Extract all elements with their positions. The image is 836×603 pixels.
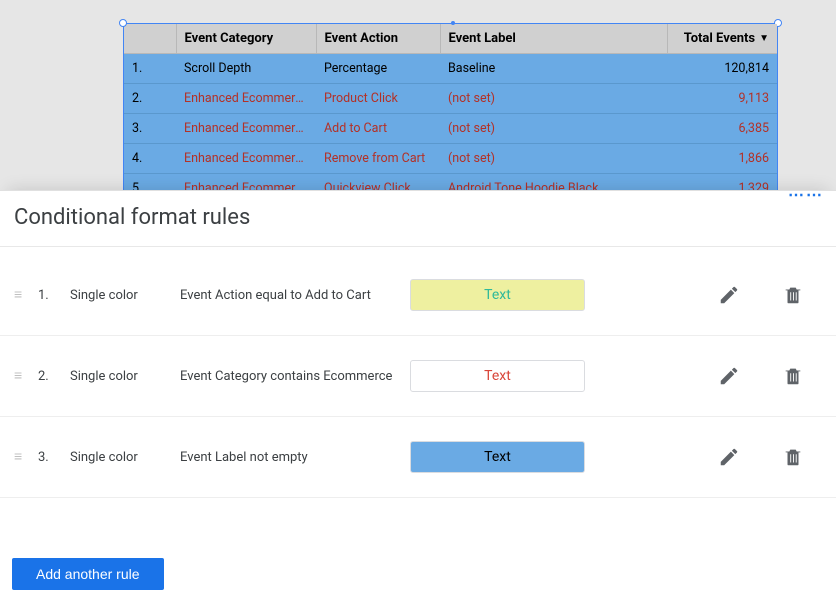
canvas-background: Event Category Event Action Event Label … — [0, 0, 836, 190]
row-index: 1. — [124, 54, 176, 84]
conditional-format-panel: ⋯⋯ Conditional format rules ≡1.Single co… — [0, 190, 836, 603]
edit-icon[interactable] — [718, 365, 740, 387]
rule-preview-swatch: Text — [410, 360, 585, 392]
row-index: 4. — [124, 144, 176, 174]
rule-preview-swatch: Text — [410, 441, 585, 473]
table-header-row: Event Category Event Action Event Label … — [124, 24, 777, 54]
edit-icon[interactable] — [718, 446, 740, 468]
cell-category: Enhanced Ecommerce — [176, 144, 316, 174]
edit-icon[interactable] — [718, 284, 740, 306]
rule-condition: Event Label not empty — [180, 450, 410, 465]
cell-action: Percentage — [316, 54, 440, 84]
table-row[interactable]: 2.Enhanced EcommerceProduct Click(not se… — [124, 84, 777, 114]
drag-handle-icon[interactable]: ≡ — [14, 372, 38, 380]
sort-desc-icon: ▼ — [759, 33, 769, 44]
panel-menu-icon[interactable]: ⋯⋯ — [788, 185, 824, 204]
rule-condition: Event Category contains Ecommerce — [180, 369, 410, 384]
cell-category: Enhanced Ecommerce — [176, 84, 316, 114]
rule-row[interactable]: ≡2.Single colorEvent Category contains E… — [0, 336, 836, 417]
data-table-selection[interactable]: Event Category Event Action Event Label … — [123, 23, 778, 204]
rule-type: Single color — [70, 450, 180, 465]
rule-type: Single color — [70, 288, 180, 303]
cell-label: (not set) — [440, 84, 667, 114]
cell-category: Scroll Depth — [176, 54, 316, 84]
rule-preview-swatch: Text — [410, 279, 585, 311]
drag-handle-icon[interactable]: ≡ — [14, 453, 38, 461]
rules-list: ≡1.Single colorEvent Action equal to Add… — [0, 247, 836, 498]
delete-icon[interactable] — [782, 365, 804, 387]
cell-total: 1,866 — [667, 144, 777, 174]
cell-label: (not set) — [440, 144, 667, 174]
rule-index: 3. — [38, 450, 70, 465]
table-row[interactable]: 3.Enhanced EcommerceAdd to Cart(not set)… — [124, 114, 777, 144]
header-action[interactable]: Event Action — [316, 24, 440, 54]
rule-index: 2. — [38, 369, 70, 384]
header-category[interactable]: Event Category — [176, 24, 316, 54]
events-table: Event Category Event Action Event Label … — [124, 24, 777, 203]
rule-row[interactable]: ≡3.Single colorEvent Label not emptyText — [0, 417, 836, 498]
delete-icon[interactable] — [782, 446, 804, 468]
row-index: 3. — [124, 114, 176, 144]
table-row[interactable]: 4.Enhanced EcommerceRemove from Cart(not… — [124, 144, 777, 174]
header-index — [124, 24, 176, 54]
cell-total: 6,385 — [667, 114, 777, 144]
header-total[interactable]: Total Events ▼ — [667, 24, 777, 54]
add-rule-button[interactable]: Add another rule — [12, 558, 164, 590]
delete-icon[interactable] — [782, 284, 804, 306]
drag-handle-icon[interactable]: ≡ — [14, 291, 38, 299]
cell-total: 120,814 — [667, 54, 777, 84]
cell-label: Baseline — [440, 54, 667, 84]
cell-action: Remove from Cart — [316, 144, 440, 174]
cell-action: Add to Cart — [316, 114, 440, 144]
cell-label: (not set) — [440, 114, 667, 144]
row-index: 2. — [124, 84, 176, 114]
table-row[interactable]: 1.Scroll DepthPercentageBaseline120,814 — [124, 54, 777, 84]
panel-title: Conditional format rules — [0, 191, 836, 247]
rule-type: Single color — [70, 369, 180, 384]
rule-index: 1. — [38, 288, 70, 303]
cell-total: 9,113 — [667, 84, 777, 114]
header-total-label: Total Events — [684, 31, 755, 46]
rule-row[interactable]: ≡1.Single colorEvent Action equal to Add… — [0, 255, 836, 336]
cell-category: Enhanced Ecommerce — [176, 114, 316, 144]
cell-action: Product Click — [316, 84, 440, 114]
header-label[interactable]: Event Label — [440, 24, 667, 54]
rule-condition: Event Action equal to Add to Cart — [180, 288, 410, 303]
